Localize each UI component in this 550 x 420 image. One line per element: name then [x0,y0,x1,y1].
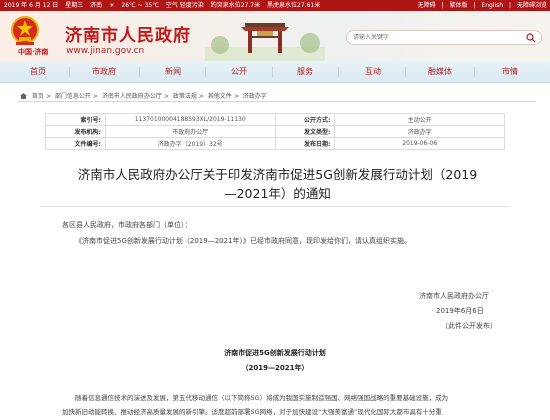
meta-label-publisher: 发布机构: [45,125,106,138]
document-meta-table: 索引号: 11370100004188593XL/2019-11130 公开方式… [45,113,505,150]
site-url: www.jinan.gov.cn [66,46,145,56]
gate-landmark-image [205,23,325,61]
plan-title: 济南市促进5G创新发展行动计划 [224,349,326,357]
meta-value-index: 11370100004188593XL/2019-11130 [104,113,276,126]
breadcrumb-dept-info[interactable]: 部门信息公开 [55,93,91,100]
nav-item-interaction[interactable]: 互动 [353,61,393,83]
temperature-text: 26℃ ~ 35℃ [121,2,159,9]
notice-body-text: 《济南市促进5G创新发展行动计划（2019—2021年）》已经市政府同意，现印发… [75,237,412,245]
meta-value-file-number: 济政办字〔2019〕32号 [104,137,276,150]
signer-text: 济南市人民政府办公厅 [419,292,489,300]
title-divider [40,206,510,207]
plan-paragraph-line-1: 随着信息通信技术的演进及发展，第五代移动通信（以下简称5G）将成为我国实施制造强… [75,394,449,402]
plan-period: （2019—2021年） [241,364,309,372]
spring-level-2: 黑虎泉水位27.61米 [267,2,321,9]
meta-label-disclosure: 公开方式: [274,113,336,126]
breadcrumb-other-files[interactable]: 其他文件 [208,93,232,100]
meta-label-index: 索引号: [45,113,106,126]
city-logo: 中国·济南 [18,47,49,56]
article-title-line-1: 济南市人民政府办公厅关于印发济南市促进5G创新发展行动计划（2019 [77,167,478,182]
search-input[interactable] [353,32,513,43]
breadcrumb-doc-type[interactable]: 济政办字 [243,93,267,100]
nav-item-news[interactable]: 新闻 [153,61,193,83]
weather-icon: ☀ [109,2,115,9]
top-links: 无障碍 | 繁体版 | English | 无障碍浏览 [417,2,547,9]
breadcrumb-home[interactable]: 首页 [32,93,44,100]
nav-item-home[interactable]: 首页 [20,61,56,83]
meta-label-file-number: 文件编号: [45,137,106,150]
top-link-english[interactable]: English [481,2,503,9]
home-icon [20,93,27,99]
national-emblem-icon [11,16,39,45]
table-row: 发布机构: 市政府办公厅 发文类型: 济政办字 [45,125,505,138]
addressee-text: 各区县人民政府，市政府各部门（单位）： [62,221,192,229]
top-link-accessibility[interactable]: 无障碍 [418,2,436,9]
divider [18,101,536,102]
nav-item-public[interactable]: 公开 [219,61,259,83]
table-row: 索引号: 11370100004188593XL/2019-11130 公开方式… [45,113,505,126]
search-icon[interactable] [526,33,536,43]
site-title[interactable]: 济南市人民政府 [65,21,191,46]
article-title: 济南市人民政府办公厅关于印发济南市促进5G创新发展行动计划（2019 —2021… [30,165,525,203]
nav-item-government[interactable]: 市政府 [82,61,126,83]
meta-label-publish-date: 发布日期: [274,137,336,150]
weather-info: 2019 年 6 月 12 日 星期三 济南 ☀ 26℃ ~ 35℃ 空气 轻度… [4,0,325,11]
spring-level-1: 趵突泉水位27.7米 [210,2,261,9]
top-info-bar: 2019 年 6 月 12 日 星期三 济南 ☀ 26℃ ~ 35℃ 空气 轻度… [0,0,550,11]
plan-paragraph-line-2: 加快新旧动能转换、推动经济高质量发展的新引擎。适度超前部署5G网络，对于加快建设… [62,408,442,416]
sign-note-text: （此件公开发布） [441,322,497,330]
nav-item-city-info[interactable]: 市情 [490,61,530,83]
breadcrumb: 首页 > 部门信息公开 > 济南市人民政府办公厅 > 政策法规 > 其他文件 > 济政办字 [20,91,269,100]
meta-value-publish-date: 2019-06-06 [334,137,505,150]
nav-item-media[interactable]: 融媒体 [418,61,462,83]
meta-value-publisher: 市政府办公厅 [104,125,276,138]
sign-date-text: 2019年6月6日 [436,307,484,315]
breadcrumb-office[interactable]: 济南市人民政府办公厅 [102,93,162,100]
nav-item-service[interactable]: 服务 [285,61,325,83]
meta-value-disclosure: 主动公开 [334,113,505,126]
site-header: 中国·济南 济南市人民政府 www.jinan.gov.cn [0,11,550,61]
city-text: 济南 [90,2,103,9]
search-box[interactable] [346,30,542,45]
breadcrumb-policy[interactable]: 政策法规 [173,93,197,100]
date-text: 2019 年 6 月 12 日 [4,2,59,9]
table-row: 文件编号: 济政办字〔2019〕32号 发布日期: 2019-06-06 [45,137,505,150]
weekday-text: 星期三 [65,2,84,9]
meta-label-doc-type: 发文类型: [274,125,336,138]
air-quality-text: 空气 轻度污染 [165,2,204,9]
top-link-accessible-browse[interactable]: 无障碍浏览 [517,2,547,9]
main-nav: 首页 市政府 新闻 公开 服务 互动 融媒体 市情 [0,61,550,83]
article-title-line-2: —2021年）的通知 [224,186,331,201]
top-link-traditional[interactable]: 繁体版 [450,2,468,9]
meta-value-doc-type: 济政办字 [334,125,505,138]
